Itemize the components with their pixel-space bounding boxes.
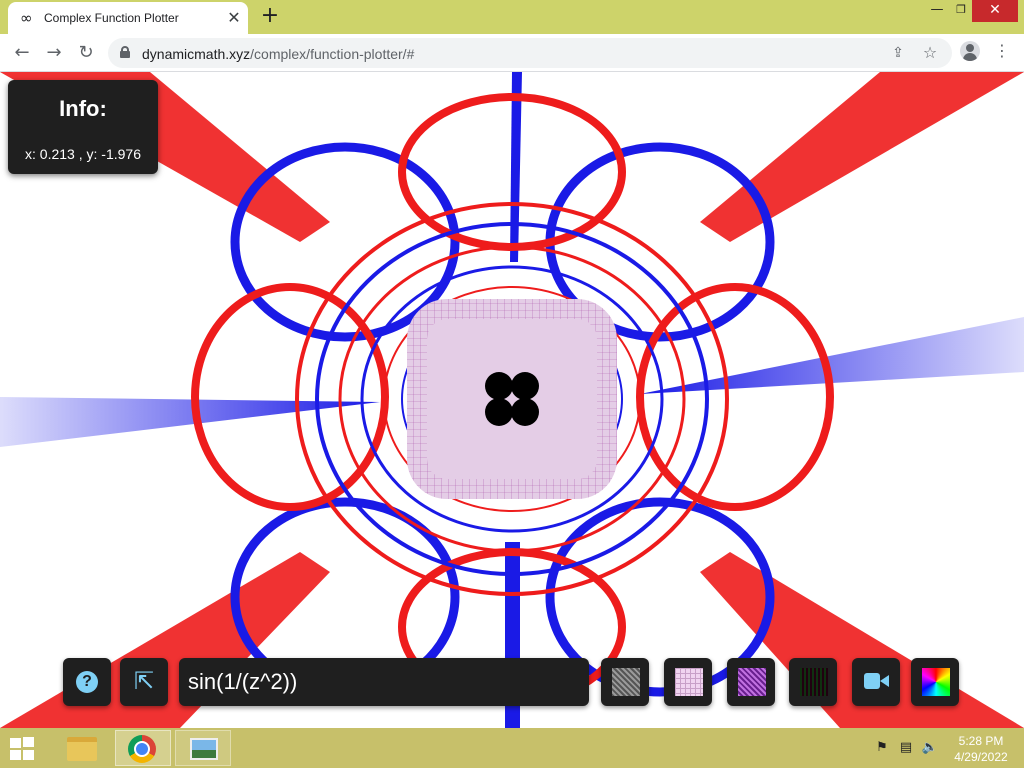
- address-bar[interactable]: dynamicmath.xyz/complex/function-plotter…: [108, 38, 952, 68]
- center-fill: [427, 319, 597, 479]
- help-button[interactable]: ?: [63, 658, 111, 706]
- url-text[interactable]: dynamicmath.xyz/complex/function-plotter…: [142, 46, 414, 62]
- taskbar-clock[interactable]: 5:28 PM 4/29/2022: [948, 733, 1014, 765]
- singularity-lobe: [511, 398, 539, 426]
- window-close-button[interactable]: ✕: [972, 0, 1018, 22]
- red-petal-loop: [636, 283, 834, 511]
- browser-toolbar: ← → ↻ dynamicmath.xyz/complex/function-p…: [0, 34, 1024, 72]
- photos-taskbar-button[interactable]: [175, 730, 231, 766]
- back-button[interactable]: ←: [9, 40, 35, 66]
- browser-menu-icon[interactable]: ⋮: [992, 40, 1012, 62]
- clock-time: 5:28 PM: [958, 734, 1004, 748]
- red-ray-top-right: [700, 72, 1024, 242]
- question-circle-icon: ?: [76, 671, 98, 693]
- forward-button[interactable]: →: [41, 40, 67, 66]
- folder-icon: [67, 737, 97, 761]
- singularity-lobe: [511, 372, 539, 400]
- open-external-button[interactable]: ⇱: [120, 658, 168, 706]
- mode-gray-grid-button[interactable]: [601, 658, 649, 706]
- info-panel: Info: x: 0.213 , y: -1.976: [8, 80, 158, 174]
- url-host: dynamicmath.xyz: [142, 46, 251, 62]
- pink-grid-swatch-icon: [675, 668, 703, 696]
- profile-avatar-icon[interactable]: [960, 41, 980, 61]
- chrome-icon: [128, 735, 156, 763]
- info-title: Info:: [59, 96, 107, 121]
- network-icon[interactable]: ▤: [897, 740, 915, 756]
- purple-grid-swatch-icon: [738, 668, 766, 696]
- photo-viewer-icon: [190, 738, 218, 760]
- reload-button[interactable]: ↻: [73, 40, 99, 66]
- bookmark-star-icon[interactable]: ☆: [920, 43, 940, 63]
- file-explorer-taskbar-button[interactable]: [55, 730, 111, 766]
- chrome-taskbar-button[interactable]: [115, 730, 171, 766]
- close-tab-icon[interactable]: ✕: [224, 8, 244, 28]
- singularity-lobe: [485, 398, 513, 426]
- mode-dark-grid-button[interactable]: [789, 658, 837, 706]
- action-center-flag-icon[interactable]: ⚑: [873, 740, 891, 756]
- cursor-coordinates: x: 0.213 , y: -1.976: [25, 146, 141, 162]
- dark-grid-swatch-icon: [800, 668, 828, 696]
- mode-purple-grid-button[interactable]: [727, 658, 775, 706]
- tab-bar: ∞ Complex Function Plotter ✕ + — ❐ ✕: [0, 0, 1024, 34]
- windows-taskbar: [0, 728, 1024, 768]
- tab-title: Complex Function Plotter: [44, 11, 179, 25]
- share-page-icon[interactable]: ⇪: [888, 43, 908, 63]
- video-camera-icon: [864, 673, 889, 689]
- rainbow-swatch-icon: [922, 668, 950, 696]
- infinity-icon: ∞: [20, 9, 33, 27]
- external-link-icon: ⇱: [133, 667, 155, 695]
- function-input[interactable]: [179, 658, 589, 706]
- new-tab-button[interactable]: +: [258, 4, 282, 28]
- color-wheel-button[interactable]: [911, 658, 959, 706]
- clock-date: 4/29/2022: [954, 750, 1008, 764]
- lock-icon[interactable]: [120, 46, 130, 58]
- singularity-lobe: [485, 372, 513, 400]
- browser-tab[interactable]: ∞ Complex Function Plotter ✕: [8, 2, 248, 34]
- camera-button[interactable]: [852, 658, 900, 706]
- url-path: /complex/function-plotter/#: [250, 46, 415, 62]
- volume-muted-icon[interactable]: 🔈: [921, 740, 939, 756]
- gray-grid-swatch-icon: [612, 668, 640, 696]
- windows-start-icon[interactable]: [10, 737, 36, 761]
- mode-pink-grid-button[interactable]: [664, 658, 712, 706]
